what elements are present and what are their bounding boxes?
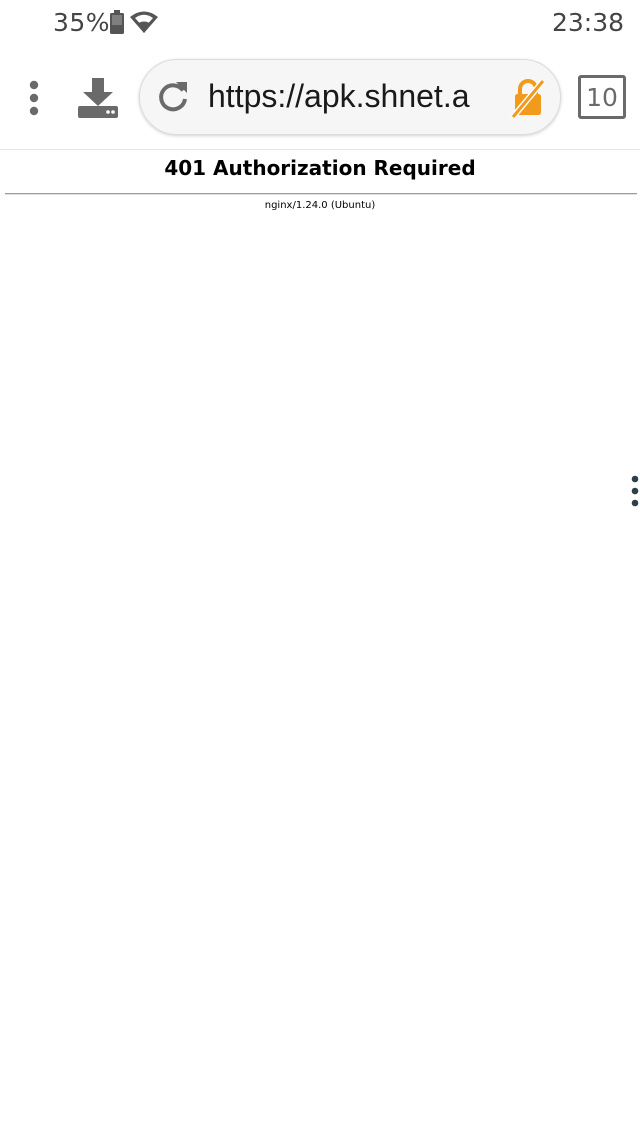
server-info: nginx/1.24.0 (Ubuntu)	[264, 200, 376, 211]
battery-percent: 35%	[53, 8, 111, 37]
side-menu-button[interactable]	[628, 474, 640, 510]
browser-toolbar: https://apk.shnet.a 10	[0, 46, 640, 150]
clock: 23:38	[551, 8, 624, 37]
page-title: 401 Authorization Required	[164, 156, 476, 180]
tab-count-button[interactable]: 10	[578, 75, 626, 119]
reload-icon[interactable]	[156, 80, 190, 119]
divider	[5, 193, 637, 195]
url-bar[interactable]: https://apk.shnet.a	[139, 59, 561, 135]
download-button[interactable]	[74, 74, 122, 122]
wifi-icon	[129, 10, 159, 39]
status-bar: 35% 23:38	[0, 0, 640, 46]
lock-off-icon[interactable]	[510, 78, 546, 123]
url-text[interactable]: https://apk.shnet.a	[208, 78, 498, 115]
download-icon	[78, 78, 118, 118]
menu-button[interactable]	[14, 76, 54, 120]
web-content: 401 Authorization Required nginx/1.24.0 …	[0, 151, 640, 1136]
more-vert-icon	[29, 80, 39, 116]
battery-icon	[109, 10, 125, 39]
more-vert-icon	[631, 475, 639, 507]
